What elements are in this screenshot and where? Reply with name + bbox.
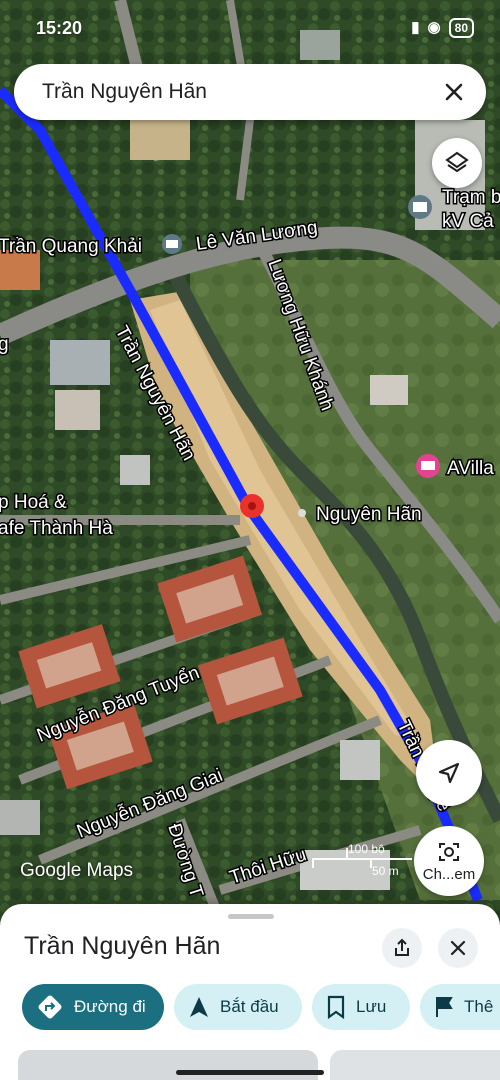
close-icon — [450, 940, 466, 956]
school-icon[interactable] — [162, 234, 182, 254]
navigate-arrow-icon — [190, 997, 208, 1017]
lens-label: Ch...em — [422, 865, 476, 883]
lens-button[interactable]: Ch...em — [414, 826, 484, 896]
road-label-left-edge: g — [0, 334, 9, 355]
my-location-button[interactable] — [416, 740, 482, 806]
start-label: Bắt đầu — [220, 997, 279, 1016]
place-bottom-sheet[interactable]: Trần Nguyên Hãn Đường đi Bắt đầu Lưu Thê — [0, 904, 500, 1080]
scale-metric: 50 m — [372, 864, 399, 878]
place-label-nguyen-han: Nguyên Hãn — [316, 504, 422, 525]
status-time: 15:20 — [36, 18, 83, 38]
camera-lens-icon — [439, 842, 459, 861]
place-label-tram-bien-ap-2: kV Cả — [442, 211, 494, 232]
directions-label: Đường đi — [74, 997, 146, 1016]
place-label-tap-hoa-1: p Hoá & — [0, 492, 67, 513]
place-label-tap-hoa-2: afe Thành Hà — [0, 518, 113, 539]
save-button[interactable]: Lưu — [312, 984, 410, 1030]
home-indicator[interactable] — [176, 1070, 324, 1075]
place-label-avilla: AVilla — [447, 458, 494, 479]
clear-search-icon[interactable] — [438, 76, 470, 108]
layers-button[interactable] — [432, 138, 482, 188]
search-query[interactable]: Trần Nguyên Hãn — [42, 80, 207, 104]
hotel-icon[interactable] — [416, 454, 440, 478]
status-icons: ▮ ◉ 80 — [411, 18, 474, 38]
battery-icon: 80 — [448, 18, 474, 38]
flag-icon — [436, 997, 453, 1017]
action-chips: Đường đi Bắt đầu Lưu Thê — [22, 984, 500, 1032]
add-label-text: Thê — [464, 997, 494, 1016]
signal-icon: ▮ — [411, 19, 420, 36]
wifi-icon: ◉ — [427, 19, 441, 36]
google-maps-logo: Google Maps — [20, 860, 134, 881]
place-title: Trần Nguyên Hãn — [24, 932, 221, 960]
start-button[interactable]: Bắt đầu — [174, 984, 302, 1030]
search-bar[interactable]: Trần Nguyên Hãn — [14, 64, 486, 120]
photo-thumbnail[interactable] — [18, 1050, 318, 1080]
nguyen-han-pin-dot — [298, 509, 306, 517]
sheet-drag-handle[interactable] — [228, 914, 274, 919]
bookmark-icon — [327, 995, 345, 1019]
photo-thumbnail-2[interactable] — [330, 1050, 500, 1080]
map-scale: 100 bộ 50 m — [312, 842, 412, 882]
scale-imperial: 100 bộ — [348, 842, 385, 856]
share-button[interactable] — [382, 928, 422, 968]
substation-icon[interactable] — [408, 195, 432, 219]
maps-screen: Trần Nguyên Hãn Trần Nguyê Trần Quang Kh… — [0, 0, 500, 1080]
share-icon — [395, 938, 409, 956]
close-sheet-button[interactable] — [438, 928, 478, 968]
place-label-tram-bien-ap-1: Trạm b — [442, 187, 500, 208]
location-pin[interactable] — [240, 494, 264, 518]
place-label-tran-quang-khai: Trần Quang Khải — [0, 236, 142, 257]
navigation-arrow-icon — [438, 762, 460, 784]
directions-icon — [38, 995, 62, 1019]
directions-button[interactable]: Đường đi — [22, 984, 164, 1030]
layers-icon — [445, 151, 469, 173]
add-label-button[interactable]: Thê — [420, 984, 500, 1030]
status-bar: 15:20 ▮ ◉ 80 — [0, 0, 500, 58]
save-label: Lưu — [356, 997, 387, 1016]
